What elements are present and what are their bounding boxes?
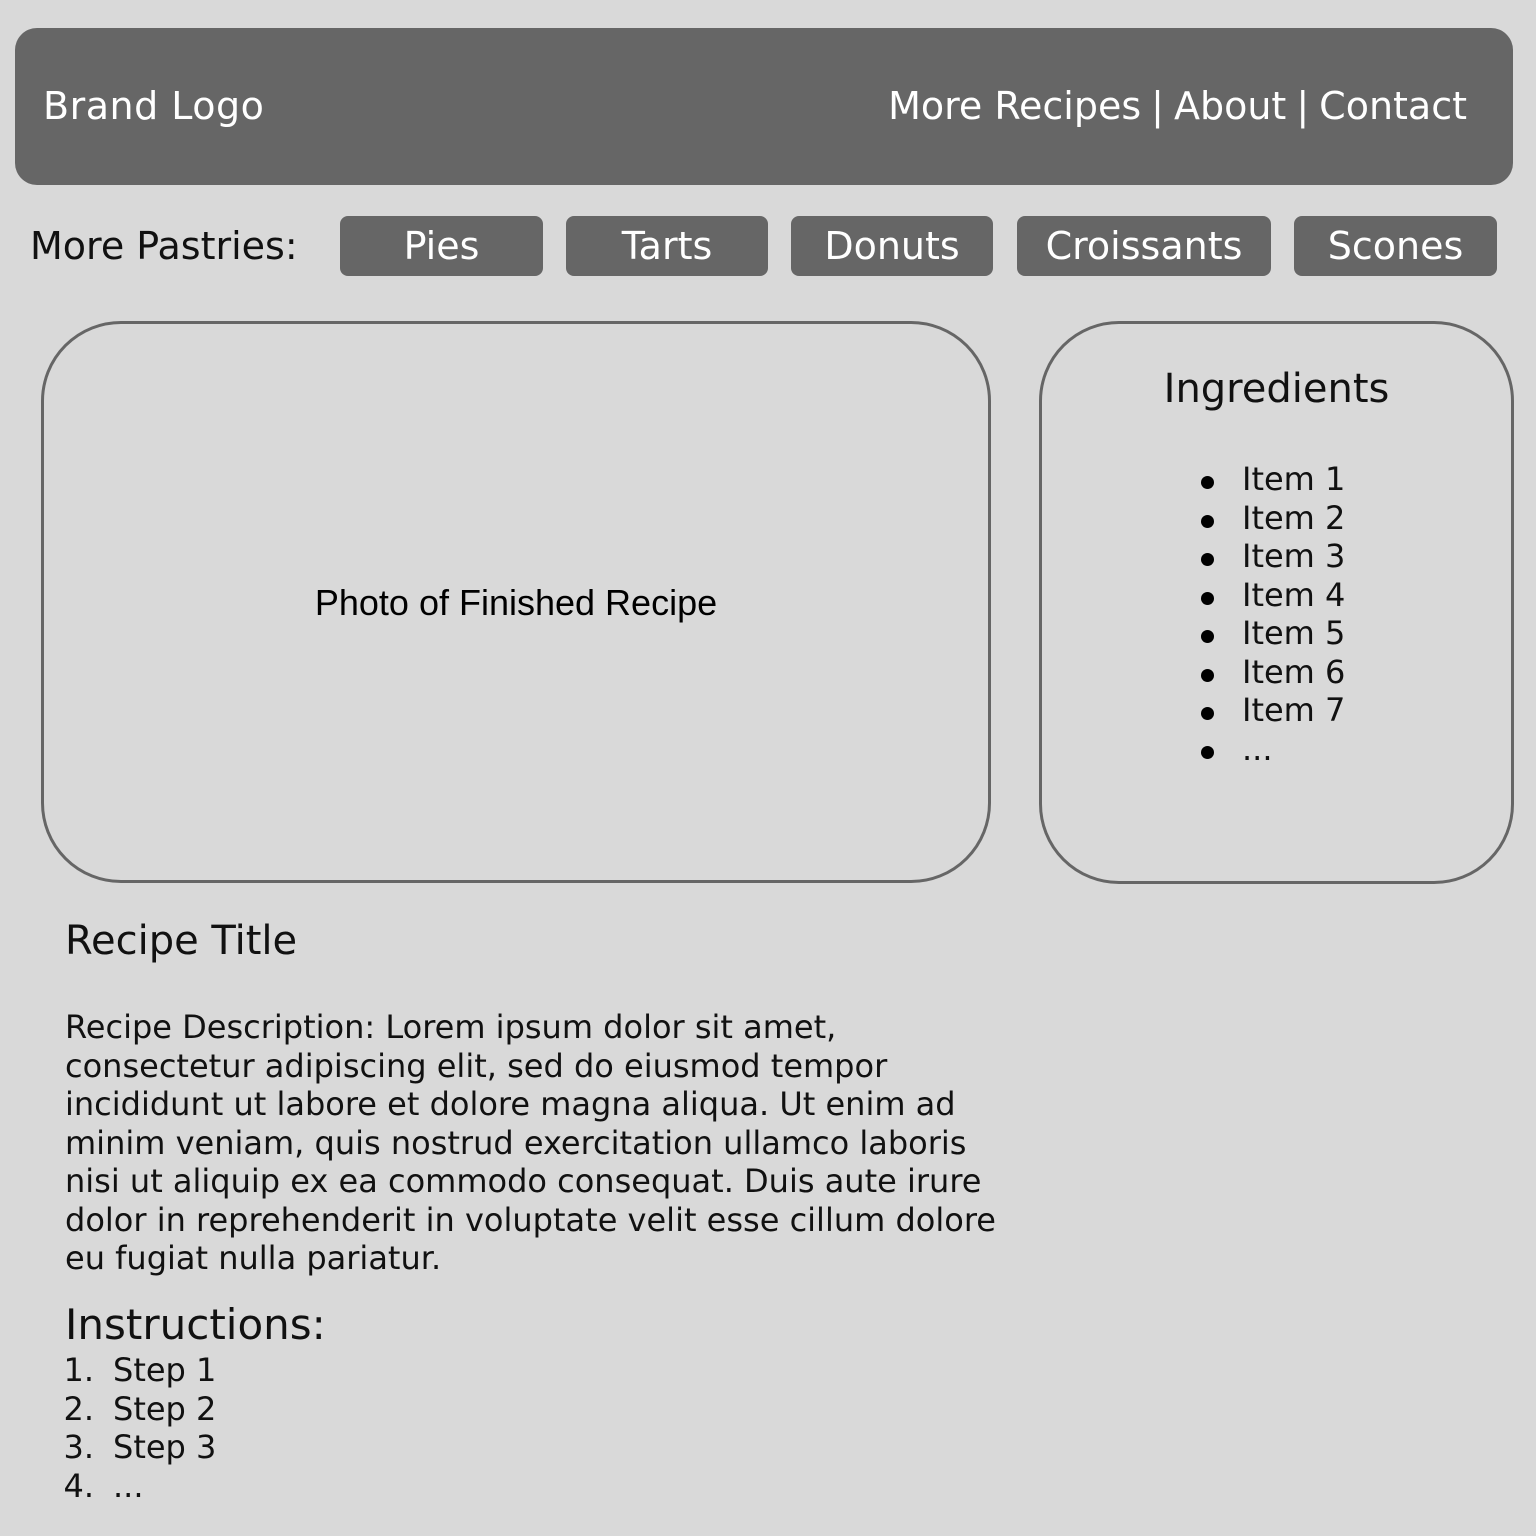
ingredient-item: Item 5 [1198,614,1345,653]
pastry-button-tarts[interactable]: Tarts [566,216,768,276]
step-text: Step 3 [113,1428,217,1466]
nav-about[interactable]: About [1174,28,1286,185]
recipe-photo-caption: Photo of Finished Recipe [314,582,718,623]
nav-more-recipes[interactable]: More Recipes [888,28,1141,185]
pastry-button-pies[interactable]: Pies [340,216,543,276]
instruction-step: 3. Step 3 [60,1428,216,1467]
instructions-title: Instructions: [65,1300,326,1349]
step-number: 4. [63,1466,94,1505]
ingredient-item: ... [1198,730,1345,769]
step-number: 2. [63,1389,94,1428]
pastry-category-bar: More Pastries: Pies Tarts Donuts Croissa… [0,216,1536,278]
nav-contact[interactable]: Contact [1319,28,1467,185]
ingredient-item: Item 7 [1198,691,1345,730]
instructions-list: 1. Step 1 2. Step 2 3. Step 3 4. ... [60,1351,216,1505]
ingredient-item: Item 2 [1198,499,1345,538]
recipe-photo-placeholder: Photo of Finished Recipe [41,321,991,883]
ingredient-item: Item 1 [1198,460,1345,499]
top-nav: More Recipes | About | Contact [888,28,1467,185]
step-text: ... [113,1466,144,1505]
step-number: 1. [63,1351,94,1389]
instruction-step: 1. Step 1 [60,1351,216,1390]
pastry-button-scones[interactable]: Scones [1294,216,1497,276]
step-number: 3. [63,1428,94,1466]
instruction-step: 4. ... [60,1467,216,1506]
ingredient-item: Item 6 [1198,653,1345,692]
ingredients-list: Item 1 Item 2 Item 3 Item 4 Item 5 Item … [1198,460,1345,768]
nav-separator: | [1151,84,1164,128]
recipe-description: Recipe Description: Lorem ipsum dolor si… [65,1008,996,1277]
ingredient-item: Item 3 [1198,537,1345,576]
recipe-title: Recipe Title [65,918,298,964]
site-header: Brand Logo More Recipes | About | Contact [15,28,1513,185]
step-text: Step 2 [113,1389,217,1428]
ingredient-item: Item 4 [1198,576,1345,615]
instruction-step: 2. Step 2 [60,1390,216,1429]
ingredients-title: Ingredients [1163,366,1390,412]
nav-separator: | [1296,84,1310,128]
pastry-button-croissants[interactable]: Croissants [1017,216,1271,276]
pastry-button-donuts[interactable]: Donuts [791,216,993,276]
step-text: Step 1 [113,1351,217,1389]
ingredients-panel: Ingredients Item 1 Item 2 Item 3 Item 4 … [1039,321,1514,884]
pastry-category-label: More Pastries: [30,224,298,268]
brand-logo[interactable]: Brand Logo [43,28,264,185]
